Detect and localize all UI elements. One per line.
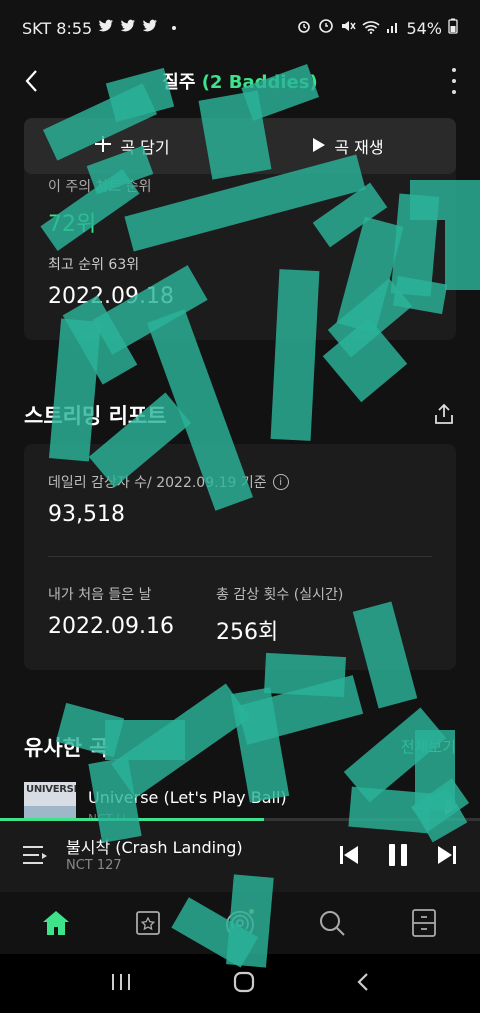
song-subtitle: (2 Baddies) bbox=[201, 72, 318, 93]
plus-icon bbox=[94, 134, 112, 158]
status-bar: SKT 8:55 54% bbox=[0, 0, 480, 56]
system-back-button[interactable] bbox=[355, 971, 371, 997]
search-icon[interactable] bbox=[312, 903, 352, 943]
peak-date: 2022.09.18 bbox=[48, 284, 174, 309]
mute-icon bbox=[340, 18, 357, 38]
twitter-icon bbox=[98, 19, 114, 37]
recent-apps-button[interactable] bbox=[109, 972, 133, 996]
progress-bar[interactable] bbox=[0, 818, 480, 821]
menu-icon[interactable] bbox=[404, 903, 444, 943]
next-button[interactable] bbox=[436, 842, 458, 868]
previous-button[interactable] bbox=[338, 842, 360, 868]
play-icon[interactable] bbox=[444, 798, 458, 816]
play-song-button[interactable]: 곡 재생 bbox=[240, 118, 456, 174]
system-navigation bbox=[0, 954, 480, 1013]
cover-text: UNIVERSE bbox=[26, 784, 76, 795]
alarm-icon bbox=[296, 18, 312, 38]
now-playing-title: 불시착 (Crash Landing) bbox=[66, 838, 243, 857]
podcast-icon[interactable] bbox=[220, 903, 260, 943]
info-icon[interactable]: i bbox=[272, 474, 289, 490]
progress-fill bbox=[0, 818, 264, 821]
app-screen: SKT 8:55 54% 질주 (2 Baddies) 이 주의 차트 순위 7… bbox=[0, 0, 480, 1013]
share-icon[interactable] bbox=[432, 402, 456, 426]
daily-listeners-value: 93,518 bbox=[48, 502, 125, 527]
peak-rank-label: 최고 순위 63위 bbox=[48, 257, 140, 273]
chevron-left-icon bbox=[25, 70, 37, 92]
pause-button[interactable] bbox=[386, 842, 408, 868]
action-bar: 곡 담기 곡 재생 bbox=[24, 118, 456, 174]
twitter-icon bbox=[142, 19, 158, 37]
notification-dot bbox=[249, 909, 254, 914]
similar-song-title: Universe (Let's Play Ball) bbox=[88, 788, 287, 807]
weekly-chart-label: 이 주의 차트 순위 bbox=[48, 179, 152, 195]
app-header: 질주 (2 Baddies) bbox=[0, 56, 480, 106]
list-item[interactable]: UNIVERSE Universe (Let's Play Ball) NCT … bbox=[0, 782, 480, 834]
mini-player[interactable]: 불시착 (Crash Landing) NCT 127 bbox=[0, 818, 480, 892]
chart-rank-card: 이 주의 차트 순위 72위 최고 순위 63위 2022.09.18 bbox=[24, 150, 456, 340]
playlist-icon[interactable] bbox=[22, 844, 48, 866]
play-song-label: 곡 재생 bbox=[334, 138, 384, 157]
add-song-button[interactable]: 곡 담기 bbox=[24, 118, 240, 174]
home-button[interactable] bbox=[232, 970, 256, 998]
home-icon[interactable] bbox=[36, 903, 76, 943]
similar-songs-title: 유사한 곡 bbox=[24, 736, 109, 760]
battery-icon bbox=[448, 18, 458, 38]
first-listen-value: 2022.09.16 bbox=[48, 614, 174, 639]
see-all-link[interactable]: 전체보기 bbox=[401, 736, 456, 757]
clock-icon bbox=[318, 18, 334, 38]
total-plays-value: 256회 bbox=[216, 620, 279, 645]
more-dot bbox=[452, 68, 456, 72]
first-listen-label: 내가 처음 들은 날 bbox=[48, 587, 152, 603]
current-rank: 72위 bbox=[48, 212, 97, 237]
play-icon bbox=[312, 134, 326, 158]
streaming-report-title: 스트리밍 리포트 bbox=[24, 404, 167, 428]
song-title: 질주 bbox=[162, 72, 196, 93]
storage-icon[interactable] bbox=[128, 903, 168, 943]
signal-icon bbox=[386, 19, 400, 38]
dot-icon bbox=[172, 26, 177, 30]
bottom-navigation bbox=[0, 892, 480, 954]
twitter-icon bbox=[120, 19, 136, 37]
wifi-icon bbox=[362, 19, 380, 38]
more-dot bbox=[452, 79, 456, 83]
divider bbox=[48, 556, 432, 557]
now-playing-artist: NCT 127 bbox=[66, 858, 122, 873]
battery-percent: 54% bbox=[406, 18, 442, 38]
total-plays-label: 총 감상 횟수 (실시간) bbox=[216, 587, 344, 603]
page-title: 질주 (2 Baddies) bbox=[0, 68, 480, 94]
more-options-button[interactable] bbox=[450, 68, 458, 94]
streaming-report-card: 데일리 감상자 수/ 2022.09.19 기준 i 93,518 내가 처음 … bbox=[24, 444, 456, 670]
back-button[interactable] bbox=[18, 66, 46, 96]
daily-listeners-label: 데일리 감상자 수/ 2022.09.19 기준 bbox=[48, 475, 267, 491]
add-song-label: 곡 담기 bbox=[120, 138, 170, 157]
daily-listeners-label-row: 데일리 감상자 수/ 2022.09.19 기준 i bbox=[48, 472, 289, 492]
more-dot bbox=[452, 90, 456, 94]
carrier-time: SKT 8:55 bbox=[22, 18, 93, 38]
